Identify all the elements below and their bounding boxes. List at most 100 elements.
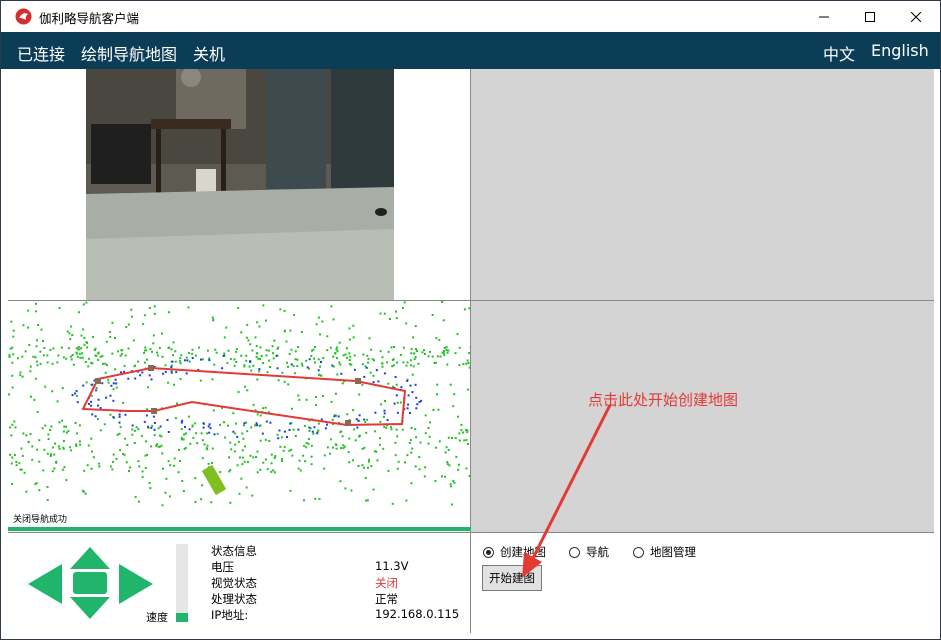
map-point (252, 403, 255, 406)
trajectory-point (112, 399, 115, 402)
trajectory-point (372, 381, 375, 384)
map-point (276, 433, 279, 436)
voltage-label: 电压 (211, 560, 234, 574)
map-point (250, 369, 253, 372)
trajectory-point (236, 435, 239, 438)
map-point (463, 439, 466, 442)
map-point (283, 329, 286, 332)
map-point (137, 428, 140, 431)
speed-slider[interactable] (176, 544, 188, 622)
menu-lang-zh[interactable]: 中文 (823, 41, 855, 65)
map-point (234, 422, 237, 425)
trajectory-point (363, 418, 366, 421)
right-arrow-button[interactable] (119, 564, 153, 604)
trajectory-point (153, 422, 156, 424)
map-point (99, 429, 102, 432)
map-point (382, 447, 385, 450)
map-point (334, 352, 337, 355)
map-point (53, 467, 56, 470)
up-arrow-button[interactable] (70, 547, 110, 569)
map-point (42, 469, 45, 472)
map-point (266, 468, 269, 471)
map-point (335, 447, 338, 450)
map-point (187, 306, 190, 309)
map-point (365, 499, 367, 502)
minimize-button[interactable] (801, 1, 847, 32)
map-point (314, 497, 317, 500)
map-point (385, 426, 388, 429)
map-point (61, 468, 64, 471)
map-point (368, 458, 371, 461)
map-point (42, 340, 44, 342)
map-point (320, 374, 323, 377)
map-point (196, 442, 199, 445)
trajectory-point (420, 399, 423, 402)
trajectory-point (167, 431, 170, 433)
map-point (277, 379, 280, 382)
menu-draw-map[interactable]: 绘制导航地图 (81, 41, 177, 65)
map-point (76, 352, 79, 355)
map-point (256, 321, 259, 324)
map-point (85, 381, 88, 384)
map-point (260, 355, 263, 358)
menu-connected[interactable]: 已连接 (17, 41, 65, 65)
map-point (62, 356, 65, 359)
trajectory-point (112, 416, 115, 419)
map-point (336, 357, 338, 360)
mode-create-map-radio[interactable]: 创建地图 (483, 544, 546, 560)
map-point (211, 462, 213, 464)
map-point (155, 444, 158, 447)
map-point (105, 340, 108, 343)
map-point (95, 386, 98, 389)
map-point (248, 365, 251, 368)
map-point (329, 438, 332, 441)
map-point (342, 354, 345, 357)
trajectory-point (324, 427, 327, 430)
close-button[interactable] (893, 1, 939, 32)
map-point (21, 375, 24, 378)
menu-lang-en[interactable]: English (871, 41, 929, 60)
map-point (23, 471, 26, 474)
map-point (456, 333, 459, 336)
map-point (390, 428, 393, 431)
map-point (301, 364, 304, 367)
map-point (314, 361, 316, 364)
direction-pad (28, 547, 153, 619)
map-point (395, 310, 397, 313)
map-point (61, 419, 64, 422)
left-arrow-button[interactable] (28, 564, 62, 604)
map-point (442, 352, 445, 355)
map-point (391, 365, 394, 368)
map-point (141, 470, 144, 473)
map-point (131, 433, 134, 436)
trajectory-point (221, 367, 224, 370)
map-point (310, 355, 313, 357)
map-panel[interactable]: 关闭导航成功 (8, 301, 471, 532)
map-point (403, 301, 406, 304)
map-point (127, 323, 130, 326)
trajectory-point (411, 391, 414, 394)
map-point (58, 421, 61, 424)
map-point (36, 339, 38, 342)
maximize-button[interactable] (847, 1, 893, 32)
map-point (62, 447, 65, 450)
map-point (35, 310, 38, 313)
map-point (249, 343, 252, 346)
map-point (296, 358, 299, 361)
start-mapping-button[interactable]: 开始建图 (482, 565, 542, 591)
map-point (369, 371, 372, 374)
map-point (211, 447, 214, 450)
map-point (200, 432, 203, 435)
menu-shutdown[interactable]: 关机 (193, 41, 225, 65)
map-point (77, 311, 80, 314)
map-point (451, 437, 453, 439)
mode-map-manage-radio[interactable]: 地图管理 (633, 544, 696, 560)
radio-checked-icon (483, 546, 494, 558)
map-point (427, 355, 430, 358)
down-arrow-button[interactable] (70, 597, 110, 619)
map-point (441, 475, 443, 478)
map-point (292, 428, 295, 431)
mode-navigate-radio[interactable]: 导航 (569, 544, 609, 560)
center-button[interactable] (73, 572, 107, 594)
trajectory-point (313, 426, 316, 429)
